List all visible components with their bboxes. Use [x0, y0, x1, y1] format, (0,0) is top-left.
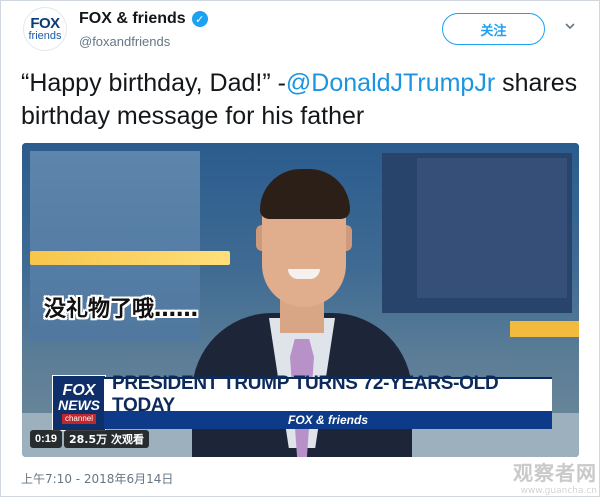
video-player[interactable]: 没礼物了哦…… FOX NEWS channel PRESIDENT TRUMP… — [22, 143, 579, 457]
watermark-title: 观察者网 — [513, 460, 597, 485]
verified-badge-icon: ✓ — [191, 11, 208, 27]
logo-line-fox: FOX — [62, 381, 96, 399]
site-watermark: 观察者网 www.guancha.cn — [485, 457, 597, 496]
tweet-text-start: “Happy birthday, Dad!” - — [21, 69, 286, 97]
show-name-bar: FOX & friends — [104, 411, 552, 429]
logo-line-news: NEWS — [58, 396, 100, 413]
person-smile — [288, 269, 320, 279]
tweet-card: FOX friends FOX & friends ✓ @foxandfrien… — [0, 0, 600, 497]
account-handle[interactable]: @foxandfriends — [79, 34, 170, 49]
avatar-logo-text: FOX — [30, 14, 60, 32]
tweet-timestamp[interactable]: 上午7:10 - 2018年6月14日 — [21, 470, 173, 487]
display-name-row[interactable]: FOX & friends ✓ — [79, 10, 208, 28]
follow-button[interactable]: 关注 — [442, 13, 545, 45]
mention-link[interactable]: @DonaldJTrumpJr — [286, 69, 495, 97]
avatar-logo-subtext: friends — [28, 29, 62, 42]
studio-panel — [417, 158, 567, 298]
news-chyron-headline: PRESIDENT TRUMP TURNS 72-YEARS-OLD TODAY — [104, 373, 552, 416]
studio-light — [30, 251, 230, 265]
video-duration: 0:19 — [30, 430, 63, 448]
studio-light — [510, 321, 579, 337]
chevron-down-icon[interactable] — [565, 21, 575, 31]
logo-line-channel: channel — [61, 413, 97, 424]
view-count: 28.5万 次观看 — [64, 430, 149, 448]
watermark-url: www.guancha.cn — [520, 485, 597, 496]
fox-news-logo: FOX NEWS channel — [52, 375, 106, 431]
tweet-text: “Happy birthday, Dad!” -@DonaldJTrumpJr … — [21, 67, 581, 133]
video-subtitle: 没礼物了哦…… — [44, 297, 199, 322]
display-name[interactable]: FOX & friends — [79, 10, 186, 28]
avatar[interactable]: FOX friends — [23, 7, 67, 51]
